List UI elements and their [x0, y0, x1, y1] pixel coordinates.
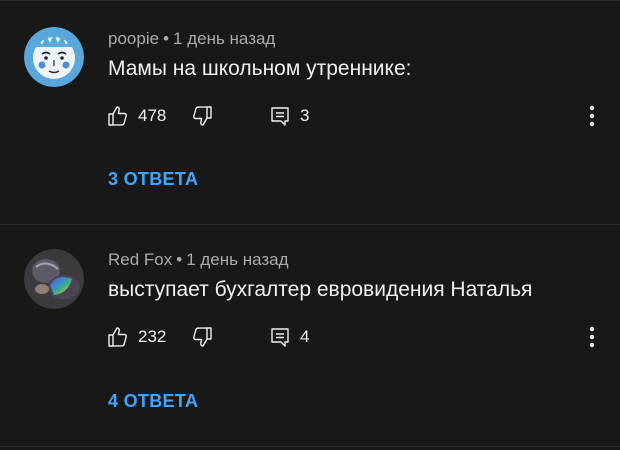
cartoon-face-avatar-icon: [24, 27, 84, 87]
comment-divider: [0, 446, 620, 447]
thumb-up-icon: [108, 106, 127, 126]
author-name[interactable]: Red Fox: [108, 250, 172, 269]
thumb-down-icon: [193, 106, 212, 126]
comment-text: выступает бухгалтер евровидения Наталья: [108, 278, 533, 301]
avatar[interactable]: [24, 27, 84, 87]
comment-icon: [271, 107, 289, 126]
reply-button[interactable]: 4: [268, 322, 309, 352]
meta-separator: •: [163, 29, 170, 48]
dislike-button[interactable]: [190, 101, 214, 131]
comment-meta: poopie • 1 день назад: [108, 29, 275, 49]
like-count: 478: [138, 106, 167, 125]
thumb-down-icon: [193, 327, 212, 347]
comment-actions: 232 4: [0, 322, 620, 352]
like-button[interactable]: 478: [106, 101, 166, 131]
meta-separator: •: [176, 250, 183, 269]
more-vert-icon: [589, 326, 595, 348]
reply-count: 3: [300, 106, 310, 125]
comment: poopie • 1 день назад Мамы на школьном утр…: [0, 0, 620, 224]
view-replies-button[interactable]: 3 ОТВЕТА: [108, 169, 198, 190]
like-count: 232: [138, 327, 167, 346]
view-replies-button[interactable]: 4 ОТВЕТА: [108, 391, 198, 412]
reply-count: 4: [300, 327, 310, 346]
reply-button[interactable]: 3: [268, 101, 309, 131]
author-name[interactable]: poopie: [108, 29, 159, 48]
photo-avatar-icon: [24, 249, 84, 309]
dislike-button[interactable]: [190, 322, 214, 352]
comment-time[interactable]: 1 день назад: [173, 29, 275, 48]
comment-time[interactable]: 1 день назад: [186, 250, 288, 269]
more-options-button[interactable]: [580, 322, 604, 352]
avatar[interactable]: [24, 249, 84, 309]
like-button[interactable]: 232: [106, 322, 166, 352]
comment-icon: [271, 328, 289, 347]
thumb-up-icon: [108, 327, 127, 347]
more-vert-icon: [589, 105, 595, 127]
comment-actions: 478 3: [0, 101, 620, 131]
more-options-button[interactable]: [580, 101, 604, 131]
comment-meta: Red Fox • 1 день назад: [108, 250, 289, 270]
comment: Red Fox • 1 день назад выступает бухгалтер…: [0, 225, 620, 446]
comment-text: Мамы на школьном утреннике:: [108, 57, 412, 80]
